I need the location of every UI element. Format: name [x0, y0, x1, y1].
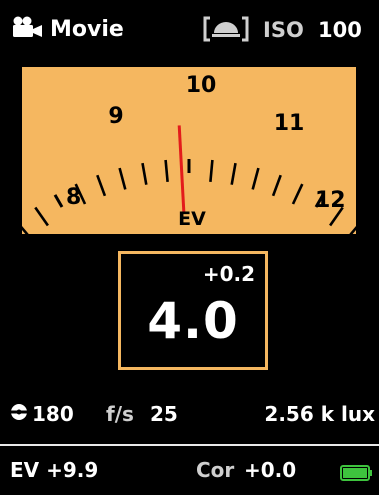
status-bar: EV +9.9 Cor +0.0: [0, 454, 379, 484]
reading-offset: +0.2: [202, 262, 255, 286]
iso-value[interactable]: 100: [318, 18, 362, 42]
correction-label: Cor: [196, 458, 235, 482]
gauge-minor-tick: [164, 159, 169, 183]
gauge-minor-tick: [291, 183, 304, 205]
lux-readout: 2.56 k lux: [264, 402, 375, 426]
gauge-minor-tick: [15, 220, 32, 240]
ev-gauge-scale: 8 9 10 11 12 EV: [0, 73, 379, 270]
iso-label: ISO: [263, 18, 304, 42]
correction-value[interactable]: +0.0: [244, 458, 296, 482]
gauge-minor-tick: [271, 174, 282, 197]
gauge-minor-tick: [251, 167, 260, 190]
gauge-label-11: 11: [274, 111, 305, 136]
divider: [0, 444, 379, 446]
ev-gauge: 8 9 10 11 12 EV: [0, 67, 379, 270]
shutter-angle[interactable]: 180: [10, 402, 74, 426]
shutter-angle-value: 180: [32, 402, 74, 426]
reading-box[interactable]: +0.2 4.0: [118, 251, 268, 370]
reading-value: 4.0: [147, 292, 239, 350]
top-bar: Movie ISO 100: [0, 0, 379, 60]
gauge-needle: [177, 125, 186, 214]
gauge-major-tick: [53, 194, 64, 208]
shutter-angle-icon: [10, 402, 28, 426]
gauge-label-8: 8: [66, 185, 81, 210]
incident-dome-icon[interactable]: [203, 16, 249, 46]
gauge-minor-tick: [209, 159, 214, 183]
gauge-label-10: 10: [186, 73, 217, 98]
gauge-label-12: 12: [315, 188, 346, 213]
fps-value[interactable]: 25: [150, 402, 178, 426]
mode-selector[interactable]: Movie: [12, 16, 124, 42]
ev-readout: EV +9.9: [10, 458, 99, 482]
gauge-minor-tick: [34, 206, 49, 227]
battery-icon: [340, 462, 374, 486]
gauge-minor-tick: [230, 162, 237, 185]
mode-label: Movie: [50, 16, 124, 42]
info-row: 180 f/s 25 2.56 k lux: [0, 398, 379, 428]
movie-camera-icon: [12, 16, 44, 42]
gauge-minor-tick: [118, 167, 127, 190]
gauge-minor-tick: [96, 174, 107, 197]
gauge-unit-label: EV: [178, 208, 206, 230]
gauge-minor-tick: [346, 220, 363, 240]
gauge-minor-tick: [141, 162, 148, 185]
fps-label: f/s: [106, 402, 134, 426]
gauge-label-9: 9: [108, 104, 123, 129]
